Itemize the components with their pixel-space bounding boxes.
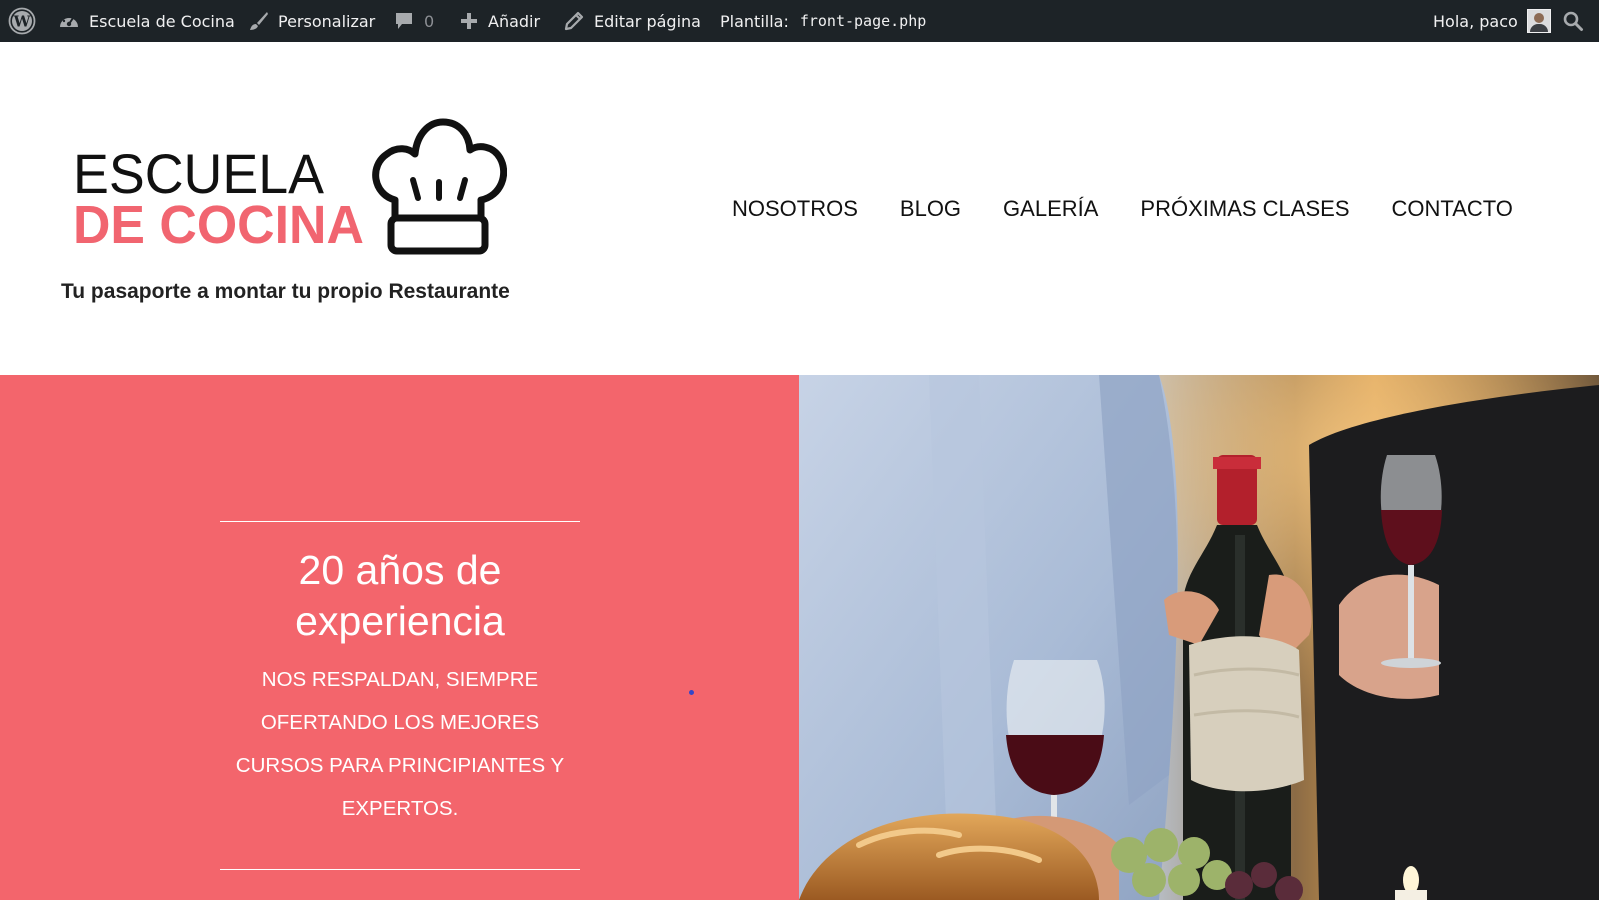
site-tagline: Tu pasaporte a montar tu propio Restaura… (61, 280, 510, 303)
hero-top-divider (220, 521, 580, 522)
comments-menu[interactable]: 0 (393, 0, 434, 42)
avatar (1526, 9, 1551, 33)
dashboard-icon (58, 11, 80, 31)
search-icon (1562, 10, 1584, 32)
hero-bottom-divider (220, 869, 580, 870)
logo-line-1: ESCUELA (73, 142, 324, 205)
svg-text:W: W (13, 13, 32, 31)
site-logo[interactable]: ESCUELA DE COCINA (70, 118, 510, 258)
template-label: Plantilla: (720, 11, 789, 31)
hero-subtitle: NOS RESPALDAN, SIEMPRE OFERTANDO LOS MEJ… (235, 668, 565, 820)
nav-item-nosotros[interactable]: NOSOTROS (732, 196, 858, 222)
hero-title: 20 años de experiencia (295, 547, 505, 644)
comments-count: 0 (424, 11, 435, 31)
add-new-label: Añadir (488, 11, 541, 31)
wordpress-menu[interactable]: W (8, 0, 36, 42)
nav-item-contacto[interactable]: CONTACTO (1392, 196, 1513, 222)
template-file: front-page.php (799, 12, 927, 30)
nav-item-galeria[interactable]: GALERÍA (1003, 196, 1098, 222)
edit-page-menu[interactable]: Editar página (563, 0, 701, 42)
nav-item-blog[interactable]: BLOG (900, 196, 961, 222)
customize-label: Personalizar (278, 11, 376, 31)
nav-item-proximas-clases[interactable]: PRÓXIMAS CLASES (1140, 196, 1349, 222)
chef-hat-icon (372, 118, 507, 255)
wine-dinner-photo (799, 375, 1599, 900)
edit-page-label: Editar página (594, 11, 701, 31)
logo-line-2: DE COCINA (73, 195, 364, 255)
main-navigation: NOSOTROS BLOG GALERÍA PRÓXIMAS CLASES CO… (732, 196, 1513, 222)
wordpress-logo-icon: W (8, 7, 36, 35)
greeting-label: Hola, paco (1433, 11, 1518, 31)
paintbrush-icon (247, 10, 269, 32)
site-name-label: Escuela de Cocina (89, 11, 235, 31)
admin-bar: W Escuela de Cocina Personalizar 0 Añadi… (0, 0, 1599, 42)
hero-section: 20 años de experiencia NOS RESPALDAN, SI… (0, 375, 1599, 900)
carousel-indicator-dot[interactable] (689, 690, 694, 695)
site-name-menu[interactable]: Escuela de Cocina (58, 0, 235, 42)
hero-text-panel: 20 años de experiencia NOS RESPALDAN, SI… (0, 375, 799, 900)
add-new-menu[interactable]: Añadir (459, 0, 540, 42)
search-button[interactable] (1562, 0, 1584, 42)
site-header: ESCUELA DE COCINA Tu pasaporte a montar … (0, 42, 1599, 375)
pencil-icon (563, 10, 585, 32)
comment-bubble-icon (393, 10, 415, 32)
hero-image (799, 375, 1599, 900)
customize-menu[interactable]: Personalizar (247, 0, 375, 42)
my-account-menu[interactable]: Hola, paco (1433, 0, 1551, 42)
template-info: Plantilla: front-page.php (720, 0, 926, 42)
plus-icon (459, 11, 479, 31)
